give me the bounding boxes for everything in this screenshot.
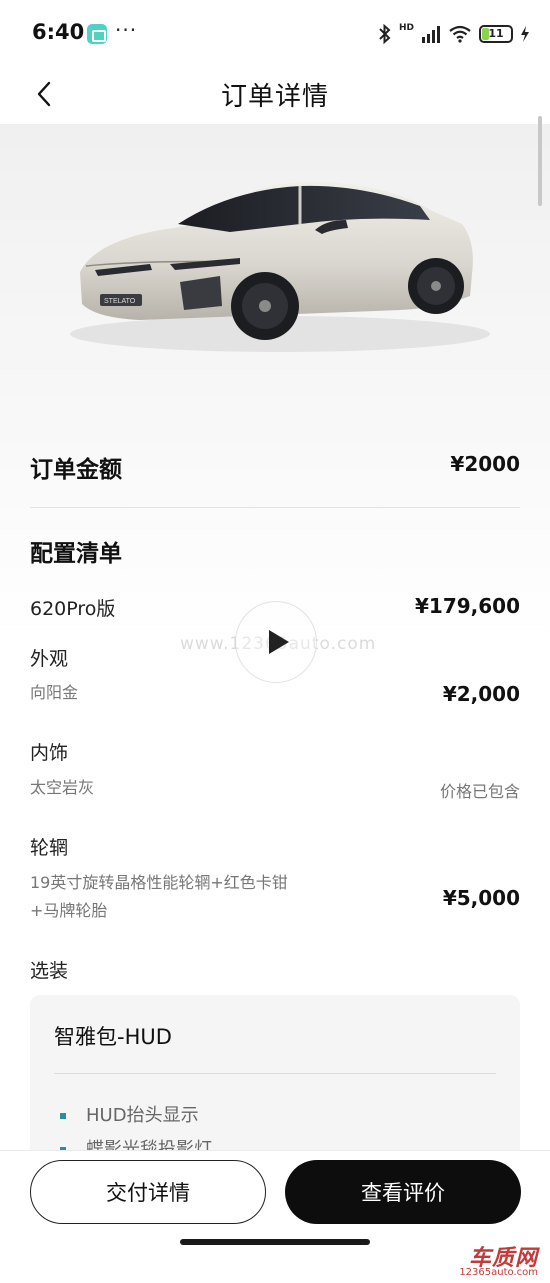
wheels-value-line2: +马牌轮胎 xyxy=(30,901,108,920)
signal-icon xyxy=(422,26,440,43)
order-amount-label: 订单金额 xyxy=(30,457,122,483)
battery-level: 11 xyxy=(488,27,504,40)
nav-bar: 订单详情 xyxy=(0,66,550,122)
exterior-price: ¥2,000 xyxy=(442,682,520,706)
version-price: ¥179,600 xyxy=(414,594,520,618)
watermark-logo-sub: 12365auto.com xyxy=(459,1267,538,1278)
charging-icon xyxy=(521,26,529,42)
status-bar: 6:40 ··· HD 11 xyxy=(0,0,550,66)
feature-item: HUD抬头显示 xyxy=(60,1101,199,1127)
view-reviews-button[interactable]: 查看评价 xyxy=(285,1160,521,1224)
order-amount-value: ¥2000 xyxy=(450,452,520,476)
page-title: 订单详情 xyxy=(220,82,329,112)
car-illustration: STELATO xyxy=(70,181,490,352)
config-title: 配置清单 xyxy=(30,541,122,567)
video-play-button[interactable] xyxy=(235,601,317,683)
interior-label: 内饰 xyxy=(30,742,69,764)
delivery-details-button[interactable]: 交付详情 xyxy=(30,1160,266,1224)
interior-value: 太空岩灰 xyxy=(30,778,95,797)
exterior-value: 向阳金 xyxy=(30,683,79,702)
wheels-label: 轮辋 xyxy=(30,837,69,859)
car-badge: STELATO xyxy=(104,298,136,305)
battery-icon: 11 xyxy=(479,25,513,43)
options-label: 选装 xyxy=(30,960,69,982)
car-image: STELATO xyxy=(0,124,550,424)
bluetooth-icon xyxy=(379,24,391,44)
divider xyxy=(54,1073,496,1074)
interior-price: 价格已包含 xyxy=(439,782,520,801)
wheels-price: ¥5,000 xyxy=(442,886,520,910)
status-time: 6:40 xyxy=(32,20,85,44)
wifi-icon xyxy=(449,25,471,43)
status-icons: HD 11 xyxy=(378,22,530,46)
app-notification-icon xyxy=(87,24,107,44)
bullet-icon xyxy=(60,1113,66,1119)
exterior-label: 外观 xyxy=(30,648,69,670)
wheels-value-line1: 19英寸旋转晶格性能轮辋+红色卡钳 xyxy=(30,873,288,892)
version-name: 620Pro版 xyxy=(30,598,116,620)
scrollbar[interactable] xyxy=(538,116,542,206)
home-indicator[interactable] xyxy=(180,1239,370,1245)
feature-label: HUD抬头显示 xyxy=(86,1105,199,1126)
hd-label: HD xyxy=(398,23,414,33)
option-package-title: 智雅包-HUD xyxy=(54,1025,172,1049)
divider xyxy=(30,507,520,508)
more-notifications-icon: ··· xyxy=(115,18,138,42)
watermark-logo: 车质网 12365auto.com xyxy=(442,1240,538,1280)
